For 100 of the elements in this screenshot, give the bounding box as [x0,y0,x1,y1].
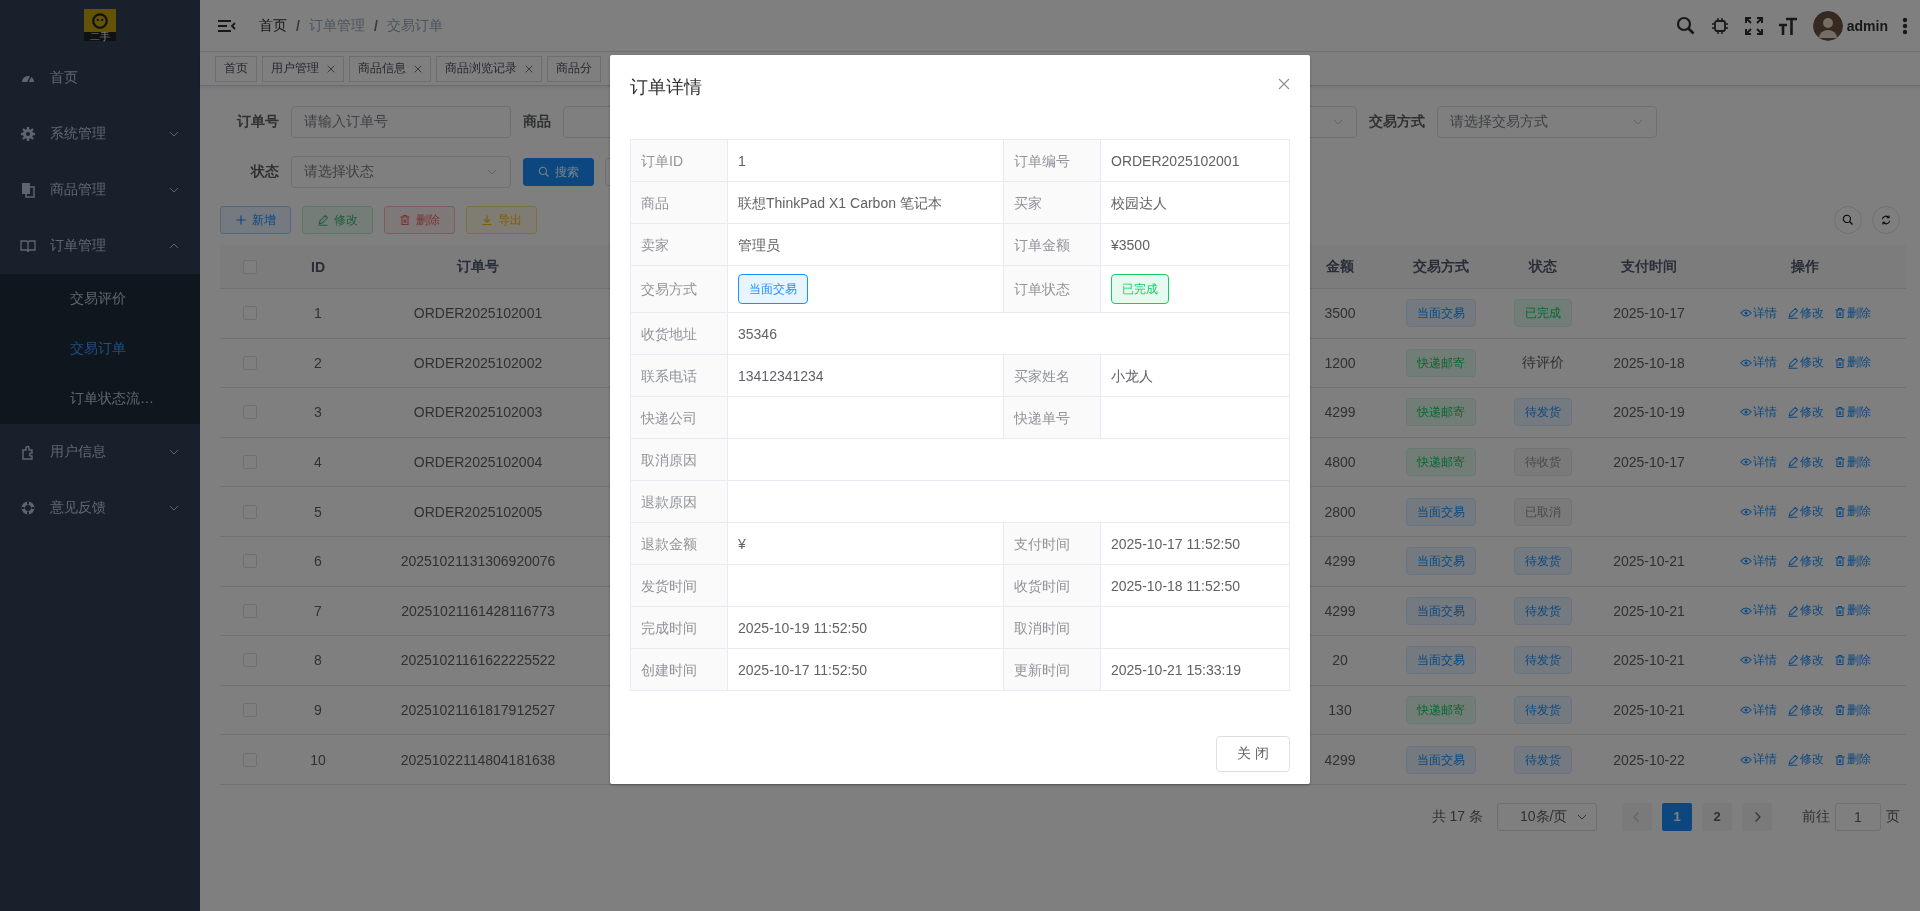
details-link[interactable]: 详情 [1739,552,1777,570]
placeholder: 请选择交易方式 [1450,113,1549,131]
details-link[interactable]: 详情 [1739,404,1777,421]
details-link[interactable]: 详情 [1739,453,1777,471]
close-button[interactable]: 关 闭 [1216,736,1290,772]
page-size-select[interactable]: 10条/页 [1497,802,1597,831]
table-cell: 1200 [1324,354,1356,371]
edit-link[interactable]: 修改 [1786,304,1824,322]
page-button[interactable]: 1 [1662,802,1692,831]
refresh-icon [1880,214,1892,226]
eye-icon [1739,505,1752,518]
page-button[interactable]: 2 [1702,802,1732,831]
edit-link[interactable]: 修改 [1786,453,1824,471]
field-label: 交易方式 [1369,113,1426,131]
select-field[interactable]: 请选择状态 [291,156,511,188]
page-tab[interactable]: 商品信息 [349,55,431,82]
fullscreen-icon[interactable] [1743,15,1764,36]
menu-item[interactable]: 意见反馈 [0,480,200,536]
submenu-item[interactable]: 订单状态流… [0,374,200,424]
search-icon[interactable] [1675,15,1696,36]
text-size-icon[interactable] [1777,15,1798,36]
column-header: 订单号 [457,257,499,276]
breadcrumb-item[interactable]: 首页 [259,16,287,35]
submenu-item[interactable]: 交易评价 [0,274,200,324]
detail-label: 快递单号 [1003,396,1101,439]
menu-item[interactable]: 用户信息 [0,424,200,480]
menu-item[interactable]: 系统管理 [0,106,200,162]
table-cell: 2025-10-21 [1613,553,1685,570]
delete-link[interactable]: 删除 [1833,503,1871,521]
export-button[interactable]: 导出 [466,206,537,234]
table-cell: 2025-10-19 [1613,404,1685,421]
field-label: 商品 [523,113,552,131]
detail-value: 2025-10-17 11:52:50 [727,648,1004,691]
close-icon[interactable] [414,64,422,73]
page-tab[interactable]: 用户管理 [262,55,344,82]
detail-value: ¥ [727,522,1004,565]
status-tag: 当面交易 [1406,745,1476,774]
search-toggle-button[interactable] [1834,206,1862,234]
more-icon[interactable] [1902,16,1908,35]
page-input[interactable]: 1 [1835,802,1881,831]
add-button[interactable]: 新增 [220,206,291,234]
delete-link[interactable]: 删除 [1833,304,1871,322]
edit-link[interactable]: 修改 [1786,602,1824,620]
menu-item[interactable]: 订单管理 [0,218,200,274]
detail-label: 完成时间 [630,606,728,649]
search-button[interactable]: 搜索 [523,158,594,186]
total-count: 共 17 条 [1431,807,1483,826]
trash-icon [1833,406,1846,419]
edit-link[interactable]: 修改 [1786,503,1824,521]
edit-link[interactable]: 修改 [1786,552,1824,570]
delete-link[interactable]: 删除 [1833,404,1871,421]
delete-link[interactable]: 删除 [1833,602,1871,620]
avatar-icon[interactable] [1812,10,1843,41]
details-link[interactable]: 详情 [1739,651,1777,669]
refresh-button[interactable] [1872,206,1900,234]
status-tag: 快递邮寄 [1406,696,1476,725]
input-field[interactable]: 请输入订单号 [291,106,511,138]
details-link[interactable]: 详情 [1739,701,1777,719]
next-page-button[interactable] [1742,802,1772,831]
details-link[interactable]: 详情 [1739,751,1777,769]
detail-value: 小龙人 [1100,354,1290,397]
search-icon [538,166,550,178]
detail-value: 2025-10-17 11:52:50 [1100,522,1290,565]
page-tab[interactable]: 商品浏览记录 [436,55,542,82]
details-link[interactable]: 详情 [1739,602,1777,620]
page-tab[interactable]: 商品分 [547,55,601,82]
details-link[interactable]: 详情 [1739,503,1777,521]
puzzle-icon [20,444,36,460]
select-field[interactable]: 请选择交易方式 [1437,106,1657,138]
delete-link[interactable]: 删除 [1833,552,1871,570]
delete-link[interactable]: 删除 [1833,651,1871,669]
edit-link[interactable]: 修改 [1786,751,1824,769]
edit-link[interactable]: 修改 [1786,404,1824,421]
page-tab[interactable]: 首页 [215,55,257,82]
menu-item[interactable]: 首页 [0,50,200,106]
table-cell: 3 [314,404,322,421]
username[interactable]: admin [1846,17,1888,34]
edit-link[interactable]: 修改 [1786,651,1824,669]
delete-link[interactable]: 删除 [1833,701,1871,719]
details-link[interactable]: 详情 [1739,354,1777,372]
trash-icon [399,214,411,226]
delete-link[interactable]: 删除 [1833,354,1871,372]
pencil-icon [1786,654,1799,667]
details-link[interactable]: 详情 [1739,304,1777,322]
close-icon[interactable] [327,64,335,73]
close-icon[interactable] [1278,78,1290,90]
status-tag: 当面交易 [738,274,808,304]
delete-link[interactable]: 删除 [1833,453,1871,471]
menu-item[interactable]: 商品管理 [0,162,200,218]
gear-icon [20,126,36,142]
submenu-item[interactable]: 交易订单 [0,324,200,374]
close-icon[interactable] [525,64,533,73]
edit-link[interactable]: 修改 [1786,701,1824,719]
chip-icon[interactable] [1709,15,1730,36]
delete-link[interactable]: 删除 [1833,751,1871,769]
edit-link[interactable]: 修改 [1786,354,1824,372]
detail-value: ¥3500 [1100,223,1290,266]
pencil-icon [1786,406,1799,419]
table-cell: 3500 [1324,305,1356,322]
column-header: 状态 [1529,257,1557,276]
